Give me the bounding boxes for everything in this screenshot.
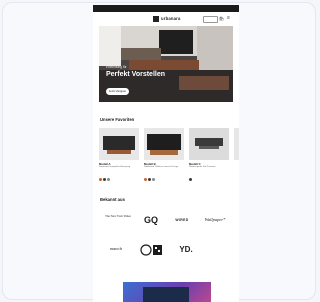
color-swatches: [189, 178, 192, 181]
press-logo-monocle: monocle: [109, 247, 123, 251]
top-navigation: urbanara 🛍 ≡: [93, 12, 239, 25]
bag-icon[interactable]: 🛍: [219, 16, 224, 21]
product-image: [189, 128, 229, 160]
color-swatch[interactable]: [144, 178, 147, 181]
bottom-feature-image[interactable]: [123, 282, 211, 302]
press-logo-wallpaper: Wallpaper*: [204, 217, 226, 222]
press-logo-gq: GQ: [143, 215, 158, 225]
product-card[interactable]: Modell C Plattenspieler Set Premium: [189, 128, 229, 188]
account-button[interactable]: [203, 16, 218, 23]
color-swatch[interactable]: [103, 178, 106, 181]
press-logo-nyt: The New York Times: [105, 214, 131, 218]
hero-banner[interactable]: Einrichtung für Perfekt Vorstellen Jetzt…: [99, 26, 233, 102]
brand-logo[interactable]: urbanara: [153, 15, 181, 22]
product-carousel: Modell A Samtcord, kompakter Boxspring M…: [99, 128, 239, 188]
press-logo-qr: QR: [139, 243, 163, 257]
hamburger-icon[interactable]: ≡: [227, 15, 230, 21]
announcement-bar: [93, 5, 239, 12]
product-description: Sideboard, Walnuss massiv Design: [144, 166, 179, 168]
color-swatches: [144, 178, 155, 181]
logo-mark-icon: [153, 15, 159, 22]
product-card[interactable]: Modell A Samtcord, kompakter Boxspring: [99, 128, 139, 188]
product-description: Plattenspieler Set Premium: [189, 166, 216, 168]
hero-kicker: Einrichtung für: [106, 65, 127, 69]
next-product-peek: [234, 128, 239, 160]
color-swatch[interactable]: [152, 178, 155, 181]
press-logo-wired: WIRED: [175, 218, 189, 222]
press-section-title: Bekannt aus: [100, 197, 125, 202]
product-image: [144, 128, 184, 160]
hero-cta-button[interactable]: Jetzt shoppen: [106, 88, 129, 95]
product-description: Samtcord, kompakter Boxspring: [99, 166, 131, 168]
brand-name: urbanara: [161, 16, 181, 21]
products-section-title: Unsere Favoriten: [100, 117, 135, 122]
hero-title: Perfekt Vorstellen: [106, 71, 166, 78]
color-swatch[interactable]: [107, 178, 110, 181]
press-logos: The New York Times GQ WIRED Wallpaper* m…: [99, 209, 233, 269]
color-swatches: [99, 178, 110, 181]
mobile-page: urbanara 🛍 ≡ Einrichtung für Perfekt Vor…: [93, 5, 239, 302]
product-image: [99, 128, 139, 160]
qr-code-icon: [140, 244, 162, 256]
color-swatch[interactable]: [148, 178, 151, 181]
product-card[interactable]: Modell B Sideboard, Walnuss massiv Desig…: [144, 128, 184, 188]
press-logo-yd: YD.: [179, 245, 193, 254]
color-swatch[interactable]: [99, 178, 102, 181]
color-swatch[interactable]: [189, 178, 192, 181]
